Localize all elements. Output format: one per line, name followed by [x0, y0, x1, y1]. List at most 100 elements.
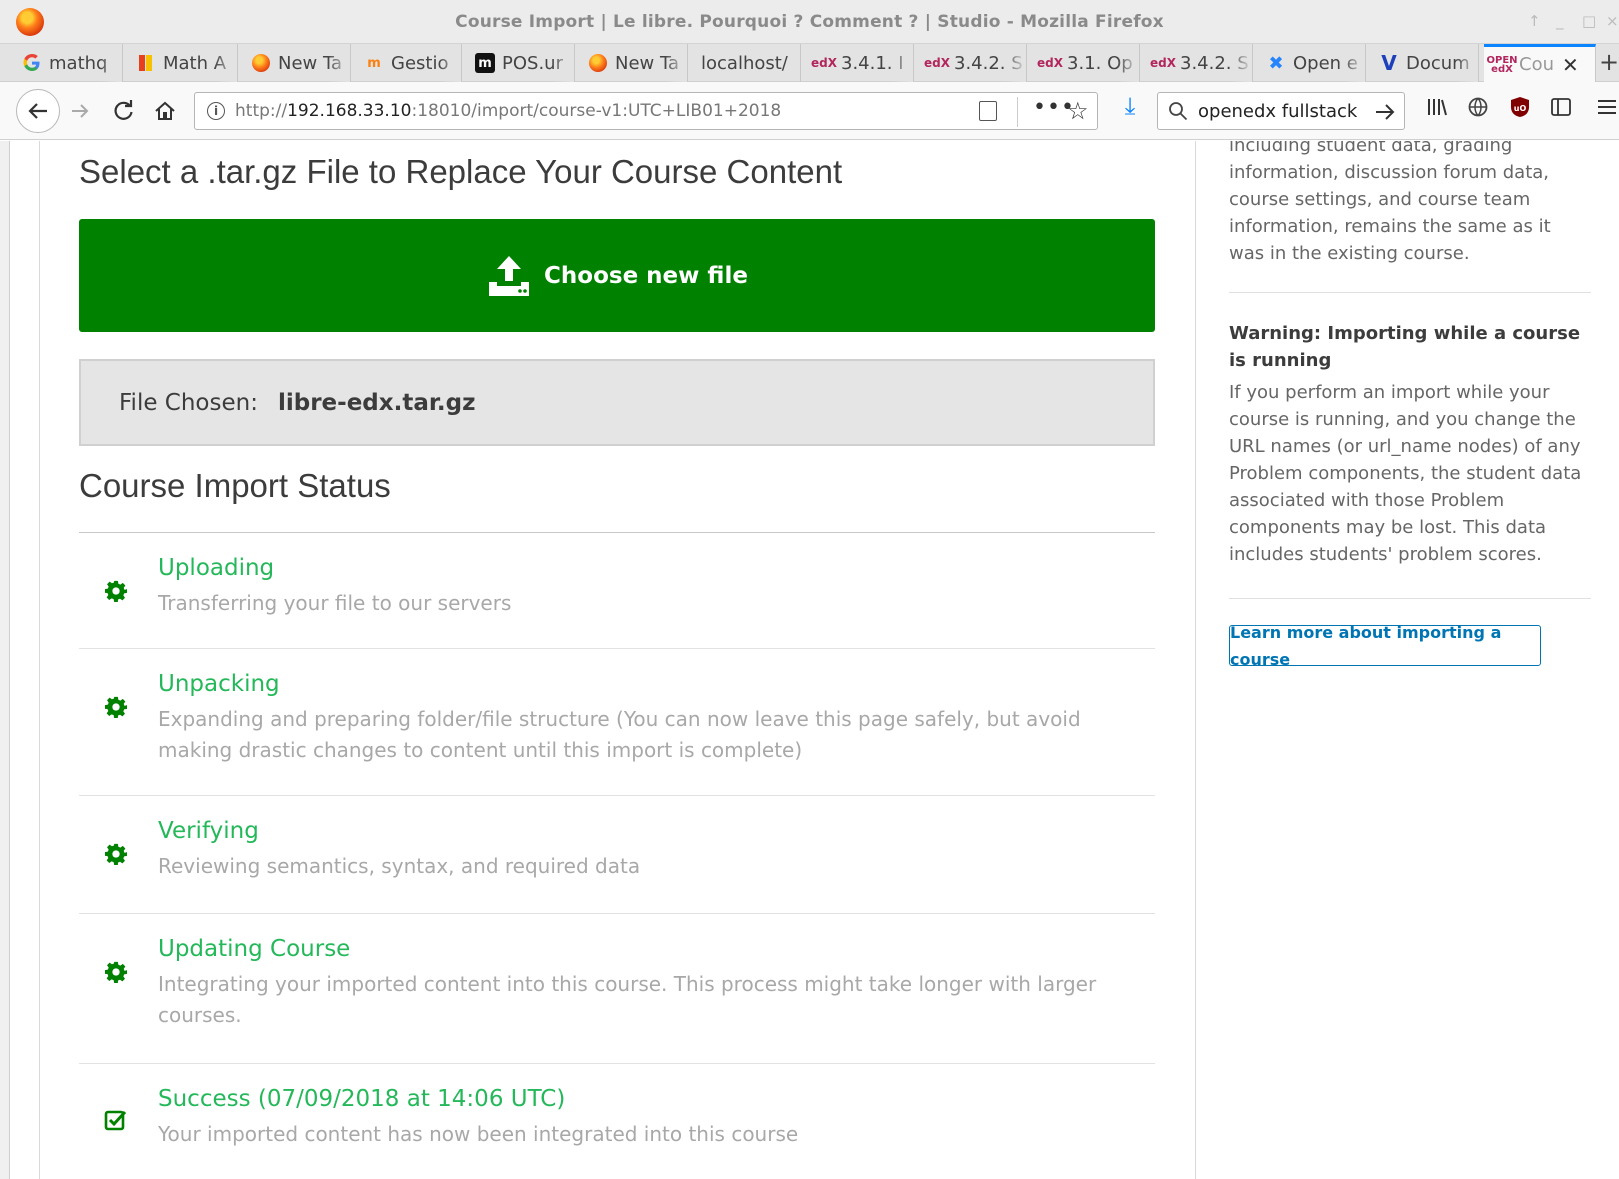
divider — [1229, 598, 1591, 599]
gear-icon — [101, 576, 131, 606]
sidebar: including student data, grading informat… — [1229, 141, 1591, 1179]
tab-new-1[interactable]: New Ta — [243, 44, 351, 82]
tab-strip: mathq Math A New Ta m Gestio m POS.ur Ne… — [0, 44, 1619, 82]
tab-pos[interactable]: m POS.ur — [467, 44, 575, 82]
warning-heading: Warning: Importing while a course is run… — [1229, 323, 1581, 371]
step-title: Success (07/09/2018 at 14:06 UTC) — [158, 1086, 566, 1112]
tab-edx-31[interactable]: edX 3.1. Op — [1032, 44, 1140, 82]
step-description: Expanding and preparing folder/file stru… — [158, 707, 1081, 762]
gear-icon — [101, 692, 131, 722]
divider — [1229, 292, 1591, 293]
ublock-icon[interactable]: uO — [1507, 96, 1533, 123]
google-icon — [22, 53, 42, 73]
forward-arrow-icon — [72, 104, 89, 118]
home-icon — [155, 101, 175, 120]
tab-label: Cou — [1519, 54, 1554, 75]
search-input[interactable]: openedx fullstack — [1198, 101, 1357, 122]
close-window-button[interactable]: × — [1606, 12, 1619, 30]
step-title: Uploading — [158, 555, 275, 581]
file-chosen-name: libre-edx.tar.gz — [277, 389, 476, 416]
tab-docum[interactable]: V Docum — [1371, 44, 1479, 82]
window-title: Course Import | Le libre. Pourquoi ? Com… — [455, 12, 1164, 32]
tab-math[interactable]: Math A — [128, 44, 238, 82]
tab-gestion[interactable]: m Gestio — [356, 44, 462, 82]
sidebar-toggle-icon[interactable] — [1548, 96, 1574, 123]
upload-icon — [489, 255, 530, 296]
new-tab-button[interactable]: + — [1599, 44, 1619, 82]
reader-view-icon[interactable] — [979, 101, 997, 121]
edx-icon: edX — [1037, 56, 1063, 70]
firefox-icon — [251, 53, 271, 73]
step-title: Unpacking — [158, 671, 280, 697]
edx-icon: edX — [1150, 56, 1176, 70]
step-description: Your imported content has now been integ… — [158, 1122, 799, 1146]
tab-open-edx[interactable]: ✖ Open e — [1258, 44, 1366, 82]
info-icon[interactable]: i — [207, 102, 225, 120]
svg-text:uO: uO — [1514, 104, 1527, 113]
search-icon — [1169, 102, 1188, 121]
firefox-icon — [588, 53, 608, 73]
url-bar[interactable]: i http://192.168.33.10:18010/import/cour… — [194, 92, 1098, 130]
m-icon: m — [475, 53, 495, 73]
minimize-button[interactable]: _ — [1556, 12, 1564, 30]
forward-button[interactable] — [64, 95, 96, 127]
status-step-verifying: Verifying Reviewing semantics, syntax, a… — [79, 796, 1155, 914]
choose-file-button[interactable]: Choose new file — [79, 219, 1155, 332]
file-chosen-panel: File Chosen: libre-edx.tar.gz — [79, 359, 1155, 446]
tab-label: mathq — [49, 52, 108, 74]
globe-extension-icon[interactable] — [1465, 96, 1491, 123]
back-arrow-icon — [28, 103, 47, 119]
gear-icon — [101, 957, 131, 987]
page-content: Select a .tar.gz File to Replace Your Co… — [0, 141, 1619, 1179]
search-bar[interactable]: openedx fullstack — [1157, 92, 1405, 130]
status-step-uploading: Uploading Transferring your file to our … — [79, 533, 1155, 649]
choose-file-label: Choose new file — [544, 262, 748, 289]
status-step-success: Success (07/09/2018 at 14:06 UTC) Your i… — [79, 1064, 1155, 1179]
step-title: Updating Course — [158, 936, 351, 962]
tab-mathq[interactable]: mathq — [14, 44, 123, 82]
download-icon[interactable]: ⤓ — [1117, 92, 1143, 120]
bookmark-star-icon[interactable]: ☆ — [1067, 97, 1089, 125]
library-icon[interactable] — [1424, 96, 1450, 123]
home-button[interactable] — [149, 95, 181, 127]
tab-edx-342-b[interactable]: edX 3.4.2. S — [1145, 44, 1253, 82]
maximize-button[interactable]: □ — [1582, 12, 1596, 30]
reload-icon — [114, 100, 133, 120]
import-status-title: Course Import Status — [79, 467, 391, 504]
tab-course-import[interactable]: OPEN edX Cou ✕ — [1484, 44, 1596, 82]
tab-new-2[interactable]: New Ta — [580, 44, 688, 82]
learn-more-button[interactable]: Learn more about importing a course — [1229, 623, 1541, 669]
window-titlebar: Course Import | Le libre. Pourquoi ? Com… — [0, 0, 1619, 44]
url-text: http://192.168.33.10:18010/import/course… — [235, 101, 782, 121]
warning-text: If you perform an import while your cour… — [1229, 382, 1582, 565]
step-description: Transferring your file to our servers — [158, 591, 512, 615]
step-description: Integrating your imported content into t… — [158, 972, 1097, 1027]
status-step-unpacking: Unpacking Expanding and preparing folder… — [79, 649, 1155, 796]
moodle-icon: m — [367, 55, 381, 71]
checkbox-icon — [101, 1105, 131, 1135]
select-file-title: Select a .tar.gz File to Replace Your Co… — [79, 153, 843, 190]
v-icon: V — [1381, 51, 1397, 75]
confluence-icon: ✖ — [1268, 52, 1284, 74]
tab-edx-342-a[interactable]: edX 3.4.2. S — [919, 44, 1027, 82]
back-button[interactable] — [16, 89, 60, 133]
step-description: Reviewing semantics, syntax, and require… — [158, 854, 641, 878]
window-up-icon[interactable]: ↑ — [1528, 12, 1541, 30]
openedx-icon: OPEN edX — [1486, 54, 1518, 75]
file-chosen-label: File Chosen: — [119, 389, 258, 416]
sidebar-intro-text: including student data, grading informat… — [1229, 141, 1551, 264]
status-step-updating-course: Updating Course Integrating your importe… — [79, 914, 1155, 1064]
search-go-icon[interactable] — [1374, 102, 1396, 122]
gear-icon — [101, 839, 131, 869]
menu-icon[interactable] — [1594, 96, 1619, 123]
reload-button[interactable] — [108, 95, 140, 127]
close-tab-icon[interactable]: ✕ — [1562, 53, 1579, 77]
tab-edx-341[interactable]: edX 3.4.1. I — [806, 44, 914, 82]
edx-icon: edX — [924, 56, 950, 70]
step-title: Verifying — [158, 818, 259, 844]
tab-localhost[interactable]: localhost/ — [693, 44, 801, 82]
tab-label: localhost/ — [701, 52, 788, 74]
navigation-toolbar: i http://192.168.33.10:18010/import/cour… — [0, 82, 1619, 140]
bookmark-icon — [136, 53, 156, 73]
edx-icon: edX — [811, 56, 837, 70]
